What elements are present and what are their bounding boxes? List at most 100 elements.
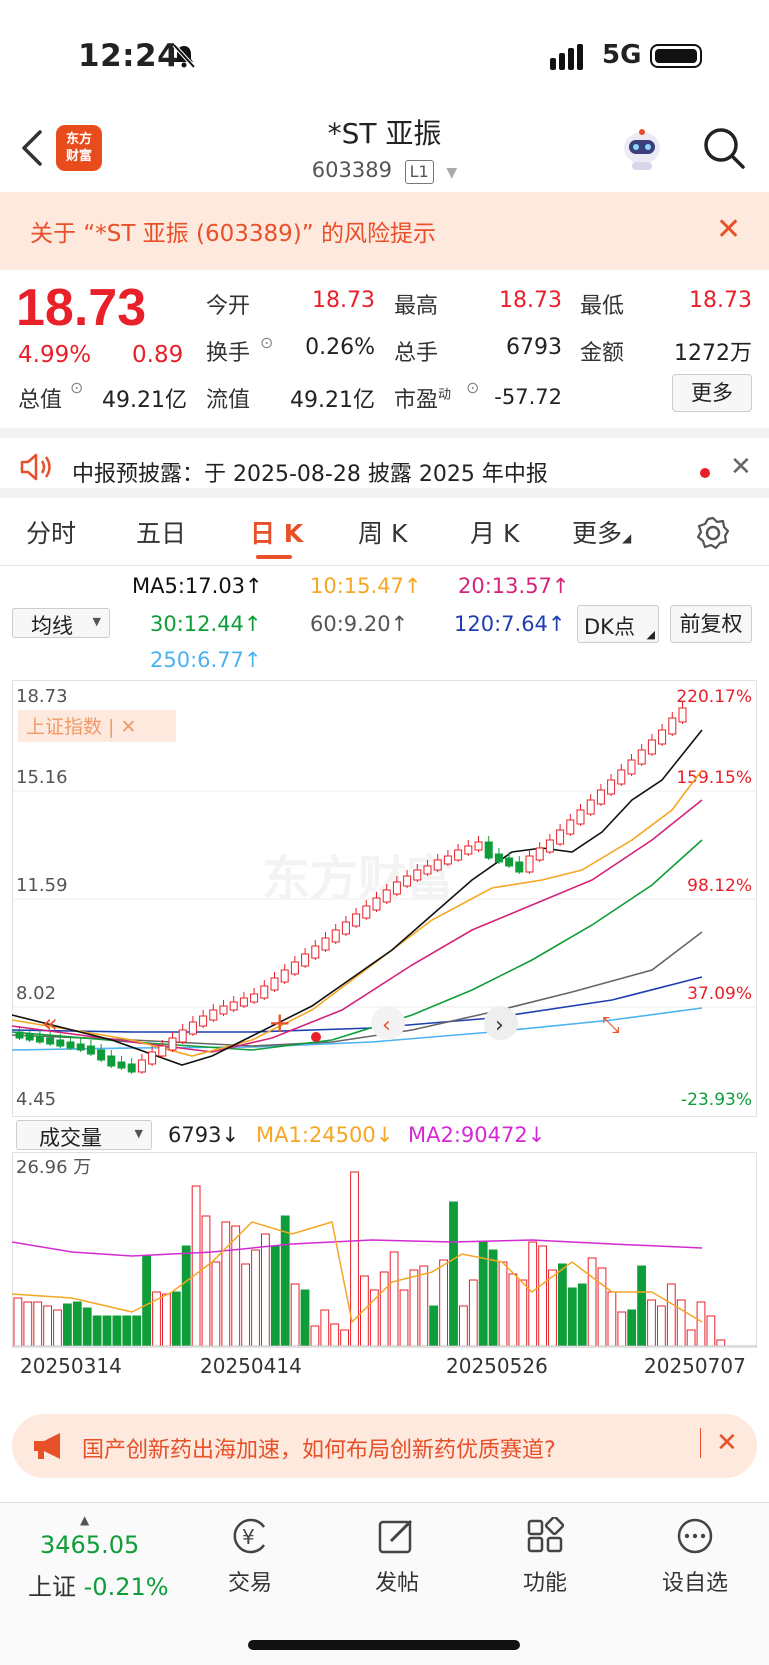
tab-weekly-k[interactable]: 周 K xyxy=(358,514,407,550)
candle xyxy=(188,1021,197,1035)
candle xyxy=(576,809,585,825)
candle xyxy=(678,707,687,723)
index-ticker[interactable]: 上证 -0.21% xyxy=(28,1567,169,1602)
candle xyxy=(596,789,605,805)
yen-circle-icon: ¥ xyxy=(233,1518,266,1554)
candle xyxy=(433,859,442,871)
tab-daily-k[interactable]: 日 K xyxy=(250,514,303,550)
close-icon[interactable]: ✕ xyxy=(730,452,752,482)
risk-warning-banner[interactable]: 关于 “*ST 亚振 (603389)” 的风险提示 ✕ xyxy=(0,192,769,270)
volume-bar xyxy=(419,1265,429,1347)
expand-icon[interactable]: ⤡ xyxy=(602,1013,620,1038)
add-watchlist-button[interactable]: 设自选 xyxy=(635,1517,755,1597)
expand-up-icon[interactable]: ▲ xyxy=(80,1513,89,1527)
candle xyxy=(219,1005,228,1015)
current-price: 18.73 xyxy=(16,279,147,337)
gear-icon[interactable] xyxy=(696,516,730,550)
level-badge: L1 xyxy=(404,160,434,184)
x-label: 20250414 xyxy=(200,1354,302,1378)
candle xyxy=(545,839,554,853)
tab-intraday[interactable]: 分时 xyxy=(26,514,76,550)
volume-bar xyxy=(211,1261,221,1347)
pct-label: -23.93% xyxy=(681,1090,752,1110)
y-label: 8.02 xyxy=(16,983,56,1004)
dk-point-button[interactable]: DK点 ◢ xyxy=(577,605,659,643)
candle xyxy=(647,739,656,755)
close-icon[interactable]: ✕ xyxy=(716,1428,738,1458)
tab-five-day[interactable]: 五日 xyxy=(136,514,186,550)
volume-bar xyxy=(389,1251,399,1347)
volume-indicator-dropdown[interactable]: 成交量 ▼ xyxy=(16,1120,152,1150)
candle xyxy=(86,1045,95,1055)
candle xyxy=(15,1031,24,1039)
candle xyxy=(158,1045,167,1057)
indicator-type-dropdown[interactable]: 均线 ▼ xyxy=(12,608,110,638)
x-label: 20250314 xyxy=(20,1354,122,1378)
position-dot xyxy=(311,1032,321,1042)
overlay-chip-label: 上证指数 | ✕ xyxy=(26,716,136,738)
period-tabs: 分时 五日 日 K 周 K 月 K 更多◢ xyxy=(0,508,769,566)
candle xyxy=(556,829,565,845)
volume-bar xyxy=(379,1271,389,1347)
search-icon[interactable] xyxy=(702,126,746,170)
volume-bar xyxy=(171,1291,181,1347)
candle xyxy=(382,889,391,903)
volume-bar xyxy=(686,1329,696,1347)
crosshair-icon[interactable]: + xyxy=(268,1006,291,1039)
volume-bar xyxy=(716,1339,726,1347)
candle xyxy=(270,977,279,991)
tab-more[interactable]: 更多◢ xyxy=(572,514,631,550)
y-label: 4.45 xyxy=(16,1089,56,1110)
functions-button[interactable]: 功能 xyxy=(485,1515,605,1597)
candle xyxy=(107,1055,116,1067)
candle xyxy=(341,921,350,935)
unread-dot xyxy=(700,468,710,478)
index-value[interactable]: 3465.05 xyxy=(40,1531,139,1559)
volume-bar xyxy=(300,1289,310,1347)
scroll-left-fast-icon[interactable]: « xyxy=(42,1009,58,1039)
candle xyxy=(637,749,646,765)
pe-label: 市盈动 xyxy=(394,387,452,413)
candle xyxy=(229,1001,238,1011)
report-notice-bar[interactable]: 中报预披露：于 2025-08-28 披露 2025 年中报 ✕ xyxy=(0,428,769,498)
volume-chart[interactable]: 26.96 万 xyxy=(12,1152,757,1348)
speaker-icon xyxy=(20,453,51,481)
candle xyxy=(209,1009,218,1021)
volume-bar xyxy=(122,1315,132,1347)
y-label: 11.59 xyxy=(16,875,68,896)
volume-bar xyxy=(607,1291,617,1347)
info-icon[interactable]: ⊙ xyxy=(260,333,273,352)
volume-ma1: MA1:24500↓ xyxy=(256,1123,394,1147)
turnover-value: 0.26% xyxy=(305,335,375,360)
close-icon[interactable]: ✕ xyxy=(716,212,741,247)
adjust-mode-button[interactable]: 前复权 xyxy=(670,605,752,643)
tab-monthly-k[interactable]: 月 K xyxy=(470,514,519,550)
info-icon[interactable]: ⊙ xyxy=(70,378,83,397)
volume-bar xyxy=(449,1201,458,1347)
volume-bar xyxy=(270,1245,280,1347)
candle xyxy=(515,861,524,873)
volume-bar xyxy=(280,1215,290,1347)
info-icon[interactable]: ⊙ xyxy=(466,378,479,397)
home-indicator[interactable] xyxy=(248,1640,520,1650)
y-label: 18.73 xyxy=(16,686,68,707)
candle xyxy=(66,1041,75,1049)
volume-bar xyxy=(429,1305,439,1347)
candle xyxy=(658,729,667,745)
change-amount: 0.89 xyxy=(132,342,184,368)
open-value: 18.73 xyxy=(312,288,375,313)
post-button[interactable]: 发帖 xyxy=(337,1517,457,1597)
volume-bar xyxy=(92,1315,102,1347)
candle xyxy=(331,929,340,943)
battery-icon xyxy=(650,44,702,68)
volume-bar xyxy=(33,1301,43,1347)
promo-banner[interactable]: 国产创新药出海加速，如何布局创新药优质赛道? ✕ xyxy=(12,1414,757,1478)
more-button[interactable]: 更多 xyxy=(672,374,752,412)
kline-chart[interactable]: 东方财富 18.73 15.16 11.59 8.02 4.45 220.17%… xyxy=(12,680,757,1117)
robot-assistant-icon[interactable] xyxy=(618,126,666,174)
candle xyxy=(413,869,422,881)
trade-button[interactable]: ¥ 交易 xyxy=(190,1517,310,1597)
grid-icon xyxy=(527,1515,565,1553)
volume-bar xyxy=(340,1329,350,1347)
candle xyxy=(586,799,595,815)
